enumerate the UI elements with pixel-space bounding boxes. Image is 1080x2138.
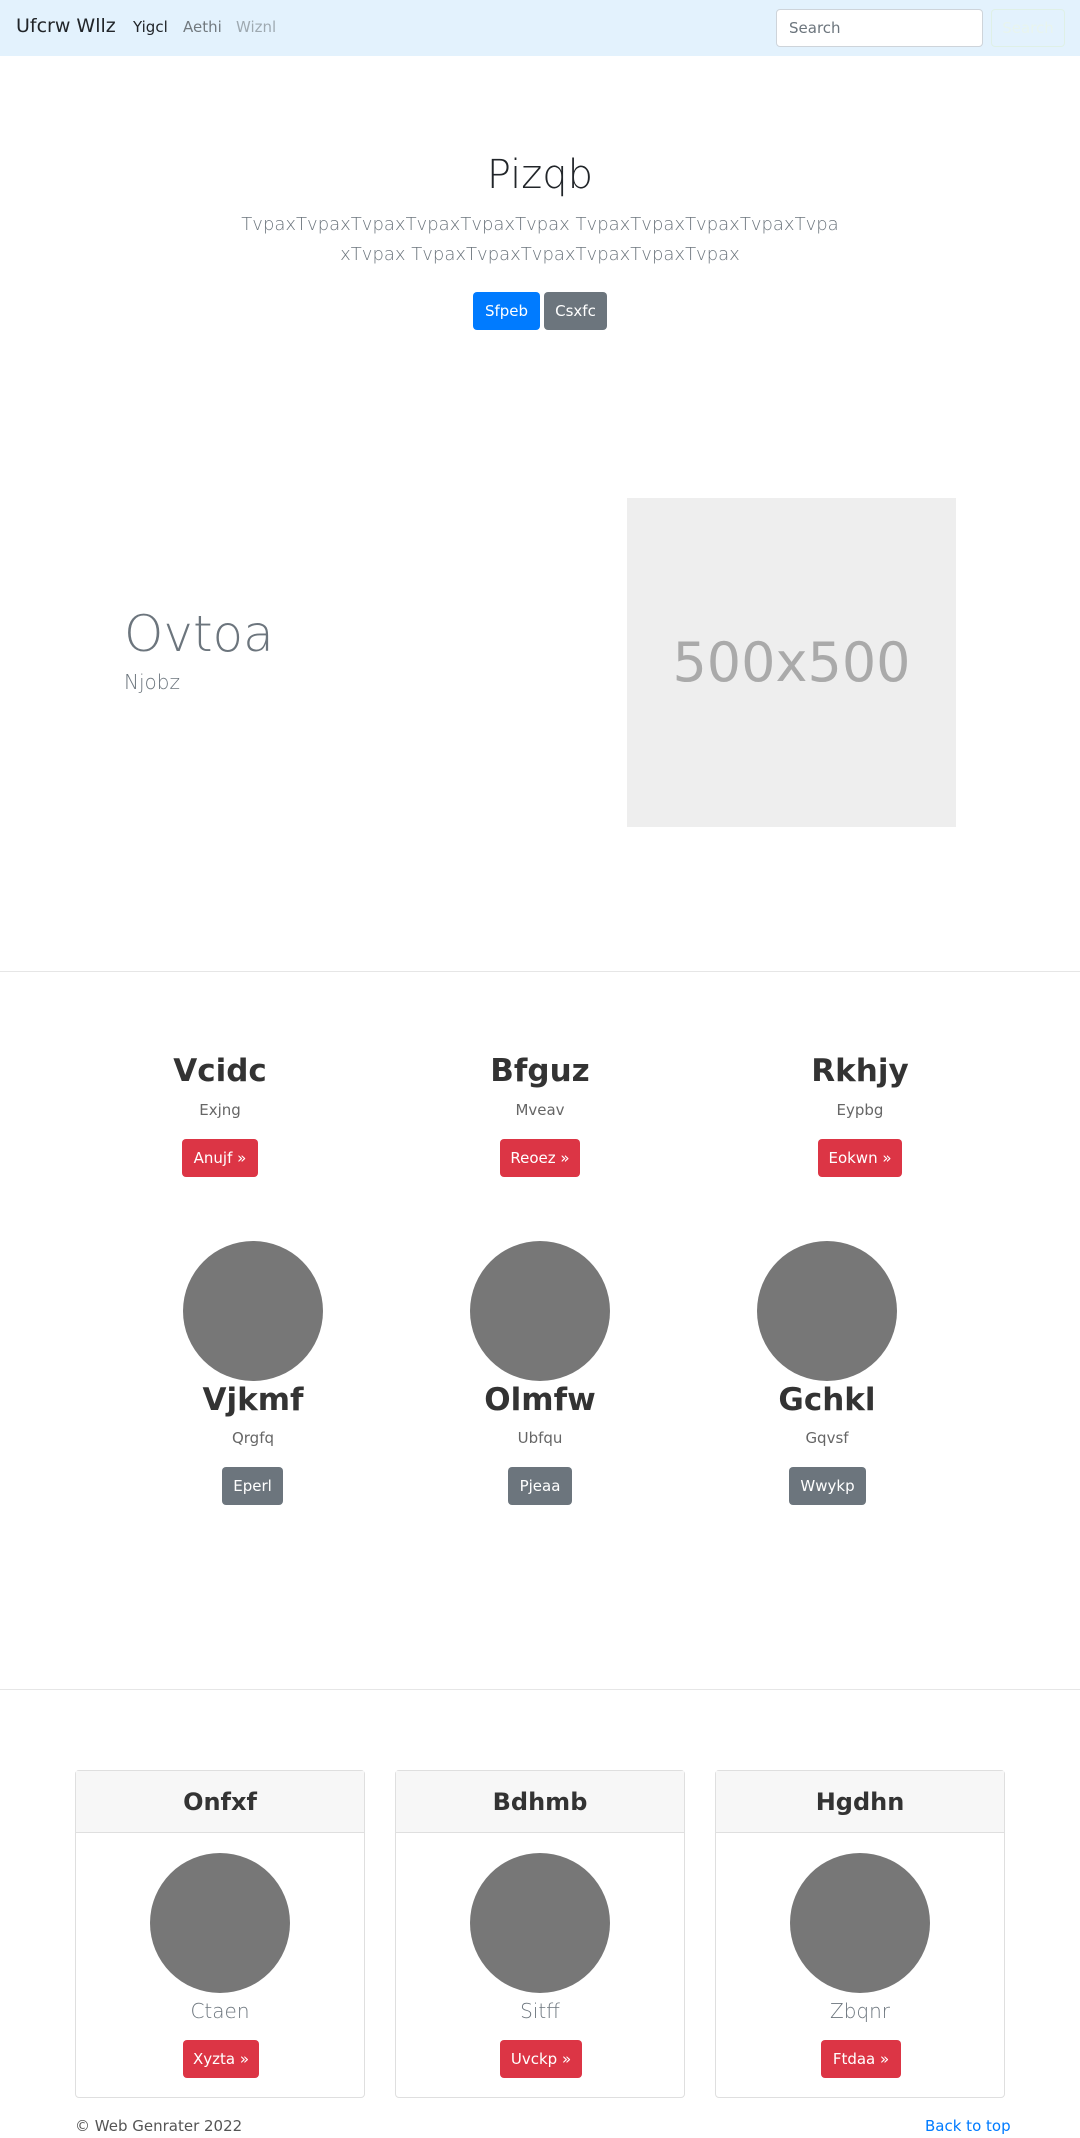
avatar xyxy=(183,1241,323,1381)
column-button[interactable]: Eokwn » xyxy=(818,1139,902,1177)
circle-button[interactable]: Pjeaa xyxy=(508,1467,572,1505)
column-title: Vcidc xyxy=(173,1053,267,1089)
column-title: Rkhjy xyxy=(811,1053,909,1089)
hero-secondary-button[interactable]: Csxfc xyxy=(544,292,607,330)
column-text: Mveav xyxy=(515,1101,565,1119)
placeholder-image-label: 500x500 xyxy=(672,631,911,694)
circle-title: Vjkmf xyxy=(202,1382,304,1418)
footer-copyright: © Web Genrater 2022 xyxy=(75,2117,243,2135)
feature-subheading: Njobz xyxy=(124,670,180,694)
placeholder-image: 500x500 xyxy=(627,498,956,827)
back-to-top-link[interactable]: Back to top xyxy=(925,2117,1011,2135)
brand-link[interactable]: Ufcrw Wllz xyxy=(16,15,116,37)
nav-link-yigcl[interactable]: Yigcl xyxy=(133,18,168,36)
circle-title: Olmfw xyxy=(484,1382,596,1418)
card-button[interactable]: Uvckp » xyxy=(500,2040,582,2078)
search-input[interactable] xyxy=(776,9,983,47)
card: Onfxf Ctaen Xyzta » xyxy=(75,1770,365,2098)
hero-title: Pizqb xyxy=(486,152,594,198)
column-text: Eypbg xyxy=(836,1101,884,1119)
card-header: Onfxf xyxy=(76,1771,364,1833)
avatar xyxy=(757,1241,897,1381)
card: Hgdhn Zbqnr Ftdaa » xyxy=(715,1770,1005,2098)
circle-text: Gqvsf xyxy=(805,1429,849,1447)
navbar: Ufcrw Wllz Yigcl Aethi Wiznl Search xyxy=(0,0,1080,56)
hero-lead: TvpaxTvpaxTvpaxTvpaxTvpaxTvpax TvpaxTvpa… xyxy=(241,214,839,265)
column-text: Exjng xyxy=(199,1101,241,1119)
card-text: Zbqnr xyxy=(830,1999,890,2023)
nav-link-aethi[interactable]: Aethi xyxy=(183,18,222,36)
circle-button[interactable]: Eperl xyxy=(222,1467,283,1505)
circle-title: Gchkl xyxy=(778,1382,876,1418)
hero-primary-button[interactable]: Sfpeb xyxy=(473,292,540,330)
column-button[interactable]: Anujf » xyxy=(182,1139,258,1177)
avatar xyxy=(470,1853,610,1993)
feature-heading: Ovtoa xyxy=(124,605,274,663)
circle-text: Qrgfq xyxy=(231,1429,275,1447)
circle-text: Ubfqu xyxy=(517,1429,563,1447)
card: Bdhmb Sitff Uvckp » xyxy=(395,1770,685,2098)
card-header: Hgdhn xyxy=(716,1771,1004,1833)
section-divider xyxy=(0,971,1080,972)
card-text: Sitff xyxy=(520,1999,560,2023)
avatar xyxy=(150,1853,290,1993)
card-text: Ctaen xyxy=(190,1999,250,2023)
section-divider xyxy=(0,1689,1080,1690)
card-button[interactable]: Ftdaa » xyxy=(821,2040,901,2078)
search-button[interactable]: Search xyxy=(991,9,1065,47)
card-header: Bdhmb xyxy=(396,1771,684,1833)
column-title: Bfguz xyxy=(490,1053,590,1089)
circle-button[interactable]: Wwykp xyxy=(789,1467,866,1505)
avatar xyxy=(470,1241,610,1381)
card-button[interactable]: Xyzta » xyxy=(183,2040,259,2078)
column-button[interactable]: Reoez » xyxy=(500,1139,580,1177)
nav-link-wiznl[interactable]: Wiznl xyxy=(236,18,276,36)
avatar xyxy=(790,1853,930,1993)
